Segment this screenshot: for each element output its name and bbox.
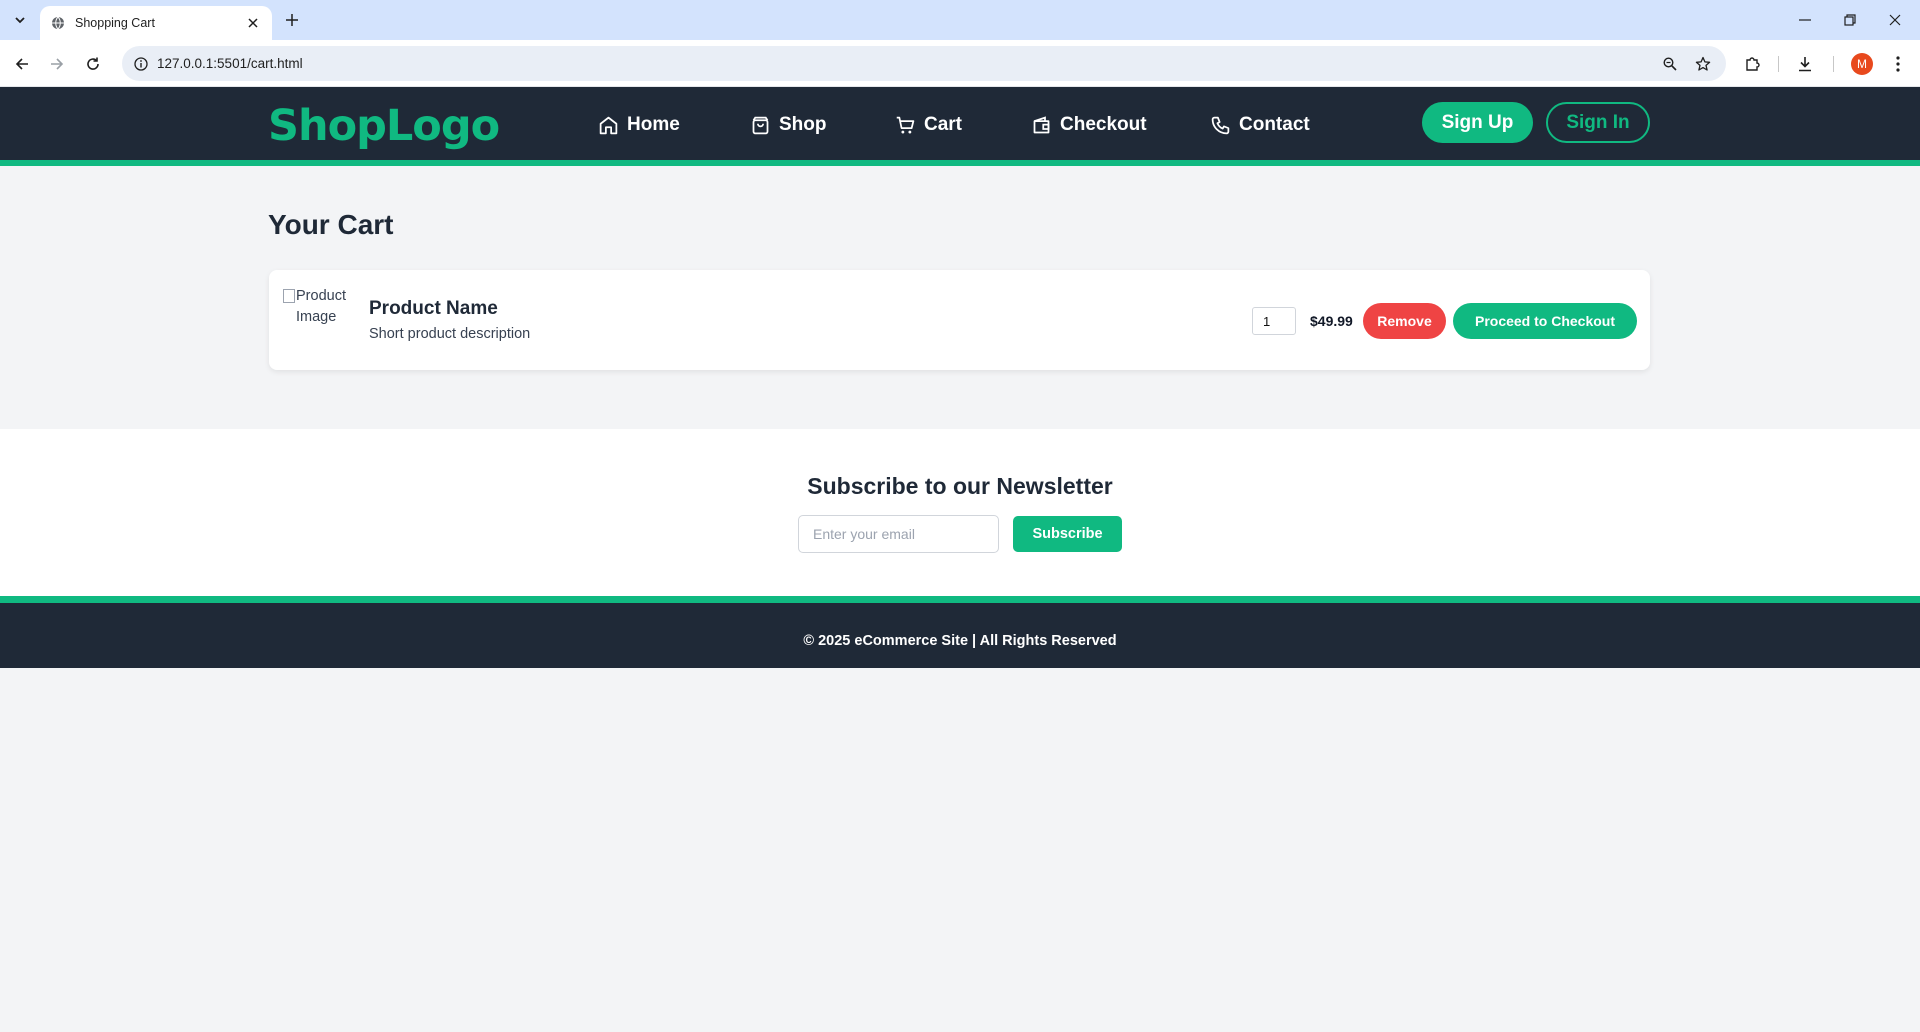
phone-icon bbox=[1211, 116, 1230, 134]
product-name: Product Name bbox=[369, 298, 498, 319]
browser-tab-active[interactable]: Shopping Cart bbox=[40, 6, 272, 40]
url-text[interactable]: 127.0.0.1:5501/cart.html bbox=[157, 56, 303, 71]
reload-icon[interactable] bbox=[80, 51, 106, 77]
restore-icon[interactable] bbox=[1827, 0, 1872, 40]
download-icon[interactable] bbox=[1792, 51, 1818, 77]
bookmark-star-icon[interactable] bbox=[1692, 53, 1714, 75]
site-header: ShopLogo Home Shop Cart Checkout Contact… bbox=[0, 87, 1920, 166]
cart-icon bbox=[896, 116, 915, 133]
address-bar[interactable]: 127.0.0.1:5501/cart.html bbox=[122, 46, 1726, 81]
subscribe-button[interactable]: Subscribe bbox=[1013, 516, 1122, 552]
nav-home-label: Home bbox=[627, 114, 680, 135]
product-description: Short product description bbox=[369, 326, 531, 342]
page-title: Your Cart bbox=[268, 209, 394, 240]
home-icon bbox=[599, 116, 618, 134]
tab-close-icon[interactable] bbox=[244, 14, 262, 32]
nav-cart-label: Cart bbox=[924, 114, 963, 135]
cart-item-card: Product Image Product Name Short product… bbox=[269, 270, 1650, 370]
window-close-icon[interactable] bbox=[1872, 0, 1917, 40]
site-footer: © 2025 eCommerce Site | All Rights Reser… bbox=[0, 596, 1920, 668]
quantity-input[interactable]: 1 bbox=[1252, 307, 1296, 335]
nav-shop[interactable]: Shop bbox=[750, 111, 827, 139]
newsletter-section: Subscribe to our Newsletter Enter your e… bbox=[0, 429, 1920, 596]
newsletter-email-input[interactable]: Enter your email bbox=[798, 515, 999, 553]
zoom-icon[interactable] bbox=[1659, 53, 1681, 75]
sign-in-button[interactable]: Sign In bbox=[1546, 102, 1650, 143]
product-image-alt: Product Image bbox=[296, 288, 346, 325]
nav-contact-label: Contact bbox=[1239, 114, 1310, 135]
globe-icon bbox=[50, 15, 66, 31]
footer-copyright: © 2025 eCommerce Site | All Rights Reser… bbox=[803, 633, 1117, 649]
extensions-puzzle-icon[interactable] bbox=[1740, 51, 1766, 77]
nav-cart[interactable]: Cart bbox=[895, 111, 962, 139]
tab-title: Shopping Cart bbox=[75, 16, 155, 30]
nav-home[interactable]: Home bbox=[598, 111, 680, 139]
toolbar-separator bbox=[1778, 56, 1779, 72]
profile-avatar[interactable]: M bbox=[1851, 53, 1873, 75]
browser-toolbar: 127.0.0.1:5501/cart.html M bbox=[0, 40, 1920, 87]
nav-checkout-label: Checkout bbox=[1060, 114, 1147, 135]
nav-contact[interactable]: Contact bbox=[1210, 111, 1310, 139]
newsletter-title: Subscribe to our Newsletter bbox=[807, 473, 1113, 499]
browser-tab-strip: Shopping Cart bbox=[0, 0, 1920, 40]
site-logo[interactable]: ShopLogo bbox=[268, 101, 500, 151]
wallet-icon bbox=[1033, 115, 1050, 133]
forward-arrow-icon[interactable] bbox=[44, 51, 70, 77]
nav-shop-label: Shop bbox=[779, 114, 827, 135]
back-arrow-icon[interactable] bbox=[9, 51, 35, 77]
remove-button[interactable]: Remove bbox=[1363, 303, 1446, 339]
sign-up-button[interactable]: Sign Up bbox=[1422, 102, 1533, 143]
shopping-bag-icon bbox=[752, 116, 769, 134]
product-image: Product Image bbox=[283, 286, 355, 328]
tab-search-chevron-icon[interactable] bbox=[8, 8, 32, 32]
toolbar-separator bbox=[1833, 56, 1834, 72]
kebab-menu-icon[interactable] bbox=[1885, 51, 1911, 77]
broken-image-icon bbox=[283, 289, 295, 303]
site-info-icon[interactable] bbox=[130, 53, 152, 75]
nav-checkout[interactable]: Checkout bbox=[1031, 111, 1147, 139]
new-tab-plus-icon[interactable] bbox=[280, 8, 304, 32]
proceed-to-checkout-button[interactable]: Proceed to Checkout bbox=[1453, 303, 1637, 339]
minimize-icon[interactable] bbox=[1782, 0, 1827, 40]
product-price: $49.99 bbox=[1310, 313, 1353, 329]
